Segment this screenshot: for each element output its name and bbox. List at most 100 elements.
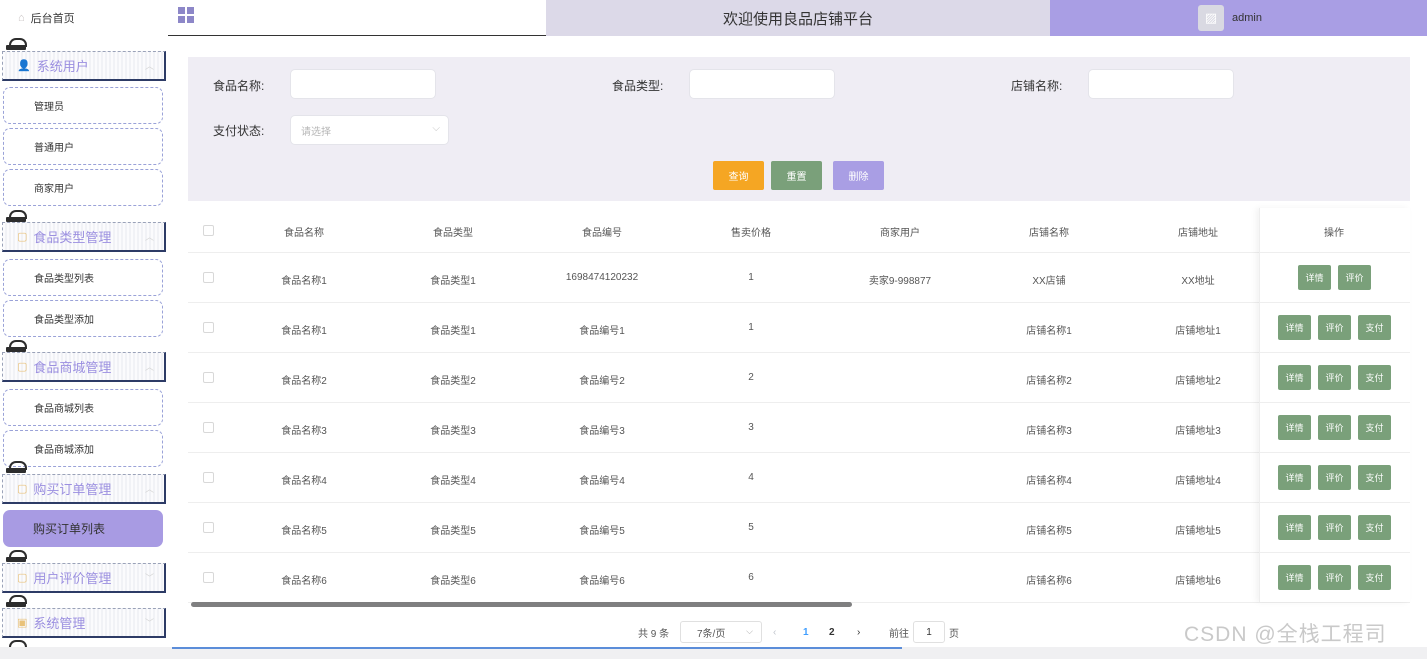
shop-address-cell: 店铺地址3 [1175,426,1221,437]
goto-page-input[interactable]: 1 [913,621,945,643]
page-unit-label: 页 [949,628,959,640]
sidebar-item-food-type-list[interactable]: 食品类型列表 [3,259,163,296]
row-checkbox[interactable] [203,322,214,333]
price-cell: 6 [748,572,754,583]
pay-button[interactable]: 支付 [1358,465,1391,490]
pay-button[interactable]: 支付 [1358,365,1391,390]
reset-button[interactable]: 重置 [771,161,822,190]
bottom-bar [0,647,1427,659]
sidebar-item-admin[interactable]: 管理员 [3,87,163,124]
food-code-cell: 食品编号1 [579,326,625,337]
column-header: 操作 [1324,228,1344,239]
review-button[interactable]: 评价 [1338,265,1371,290]
food-name-cell: 食品名称2 [281,376,327,387]
food-type-input[interactable] [689,69,835,99]
food-name-label: 食品名称: [213,79,265,93]
shop-name-input[interactable] [1088,69,1234,99]
chevron-down-icon: ﹀ [144,573,154,583]
food-code-cell: 食品编号2 [579,376,625,387]
document-icon: ▢ [17,572,28,584]
food-name-cell: 食品名称4 [281,476,327,487]
detail-button[interactable]: 详情 [1278,365,1311,390]
pay-status-label: 支付状态: [213,124,265,138]
row-actions: 详情 评价 支付 [1260,303,1410,353]
food-type-cell: 食品类型4 [430,476,476,487]
pay-button[interactable]: 支付 [1358,415,1391,440]
page-size-select[interactable]: 7条/页 ⌵ [680,621,762,643]
sidebar-group-orders[interactable]: ▢ 购买订单管理 ︿ [2,474,166,504]
shop-address-cell: 店铺地址2 [1175,376,1221,387]
row-checkbox[interactable] [203,272,214,283]
review-button[interactable]: 评价 [1318,565,1351,590]
pay-status-select[interactable]: 请选择 ⌵ [290,115,449,145]
sidebar-group-system[interactable]: ▣ 系统管理 ﹀ [2,608,166,638]
page-number-1[interactable]: 1 [803,621,809,643]
food-name-cell: 食品名称3 [281,426,327,437]
sidebar-group-label: 用户评价管理 [33,571,112,586]
shop-address-cell: XX地址 [1181,276,1215,287]
shop-name-cell: 店铺名称2 [1026,376,1072,387]
sidebar-item-order-list[interactable]: 购买订单列表 [3,510,163,547]
pay-button[interactable]: 支付 [1358,515,1391,540]
delete-button[interactable]: 删除 [833,161,884,190]
shop-address-cell: 店铺地址1 [1175,326,1221,337]
detail-button[interactable]: 详情 [1278,315,1311,340]
pay-button[interactable]: 支付 [1358,315,1391,340]
sidebar-home-label: 后台首页 [30,13,75,25]
food-code-cell: 食品编号6 [579,576,625,587]
detail-button[interactable]: 详情 [1278,465,1311,490]
row-checkbox[interactable] [203,572,214,583]
detail-button[interactable]: 详情 [1298,265,1331,290]
food-type-cell: 食品类型2 [430,376,476,387]
prev-page-button[interactable]: ‹ [773,621,776,643]
sidebar-home[interactable]: ⌂ 后台首页 [0,0,166,36]
row-checkbox[interactable] [203,522,214,533]
search-panel: 食品名称: 食品类型: 店铺名称: 支付状态: 请选择 ⌵ 查询 重置 删除 [188,57,1410,201]
sidebar-item-normal-user[interactable]: 普通用户 [3,128,163,165]
query-button[interactable]: 查询 [713,161,764,190]
document-icon: ▢ [17,483,28,495]
horizontal-scrollbar[interactable] [191,602,852,607]
sidebar-item-merchant-user[interactable]: 商家用户 [3,169,163,206]
row-actions: 详情 评价 支付 [1260,503,1410,553]
table-row: 食品名称3 食品类型3 食品编号3 3 店铺名称3 店铺地址3 详情 评价 支付 [188,403,1410,453]
sidebar-group-food-type[interactable]: ▢ 食品类型管理 ︿ [2,222,166,252]
pay-button[interactable]: 支付 [1358,565,1391,590]
review-button[interactable]: 评价 [1318,365,1351,390]
review-button[interactable]: 评价 [1318,515,1351,540]
review-button[interactable]: 评价 [1318,315,1351,340]
user-area[interactable]: ▨ admin [1050,0,1427,36]
sidebar-item-food-mall-list[interactable]: 食品商城列表 [3,389,163,426]
menu-grid-icon[interactable] [178,7,194,23]
row-checkbox[interactable] [203,372,214,383]
food-type-cell: 食品类型1 [430,276,476,287]
food-name-input[interactable] [290,69,436,99]
food-type-cell: 食品类型3 [430,426,476,437]
detail-button[interactable]: 详情 [1278,415,1311,440]
price-cell: 5 [748,522,754,533]
chevron-down-icon: ⌵ [746,626,753,636]
review-button[interactable]: 评价 [1318,465,1351,490]
next-page-button[interactable]: › [857,621,860,643]
detail-button[interactable]: 详情 [1278,565,1311,590]
review-button[interactable]: 评价 [1318,415,1351,440]
column-header: 店铺地址 [1178,228,1218,239]
pay-status-placeholder: 请选择 [301,126,331,138]
sidebar-group-system-users[interactable]: 👤 系统用户 ︿ [2,51,166,81]
row-checkbox[interactable] [203,472,214,483]
top-header: 欢迎使用良品店铺平台 ▨ admin [168,0,1427,36]
column-header: 食品类型 [433,228,473,239]
detail-button[interactable]: 详情 [1278,515,1311,540]
sidebar-group-reviews[interactable]: ▢ 用户评价管理 ﹀ [2,563,166,593]
sidebar-group-food-mall[interactable]: ▢ 食品商城管理 ︿ [2,352,166,382]
page-number-2[interactable]: 2 [829,621,835,643]
row-checkbox[interactable] [203,422,214,433]
price-cell: 1 [748,322,754,333]
column-header: 售卖价格 [731,228,771,239]
chevron-up-icon: ︿ [144,61,154,71]
shop-address-cell: 店铺地址5 [1175,526,1221,537]
select-all-checkbox[interactable] [203,225,214,236]
chevron-up-icon: ︿ [144,232,154,242]
sidebar-item-food-type-add[interactable]: 食品类型添加 [3,300,163,337]
price-cell: 1 [748,272,754,283]
